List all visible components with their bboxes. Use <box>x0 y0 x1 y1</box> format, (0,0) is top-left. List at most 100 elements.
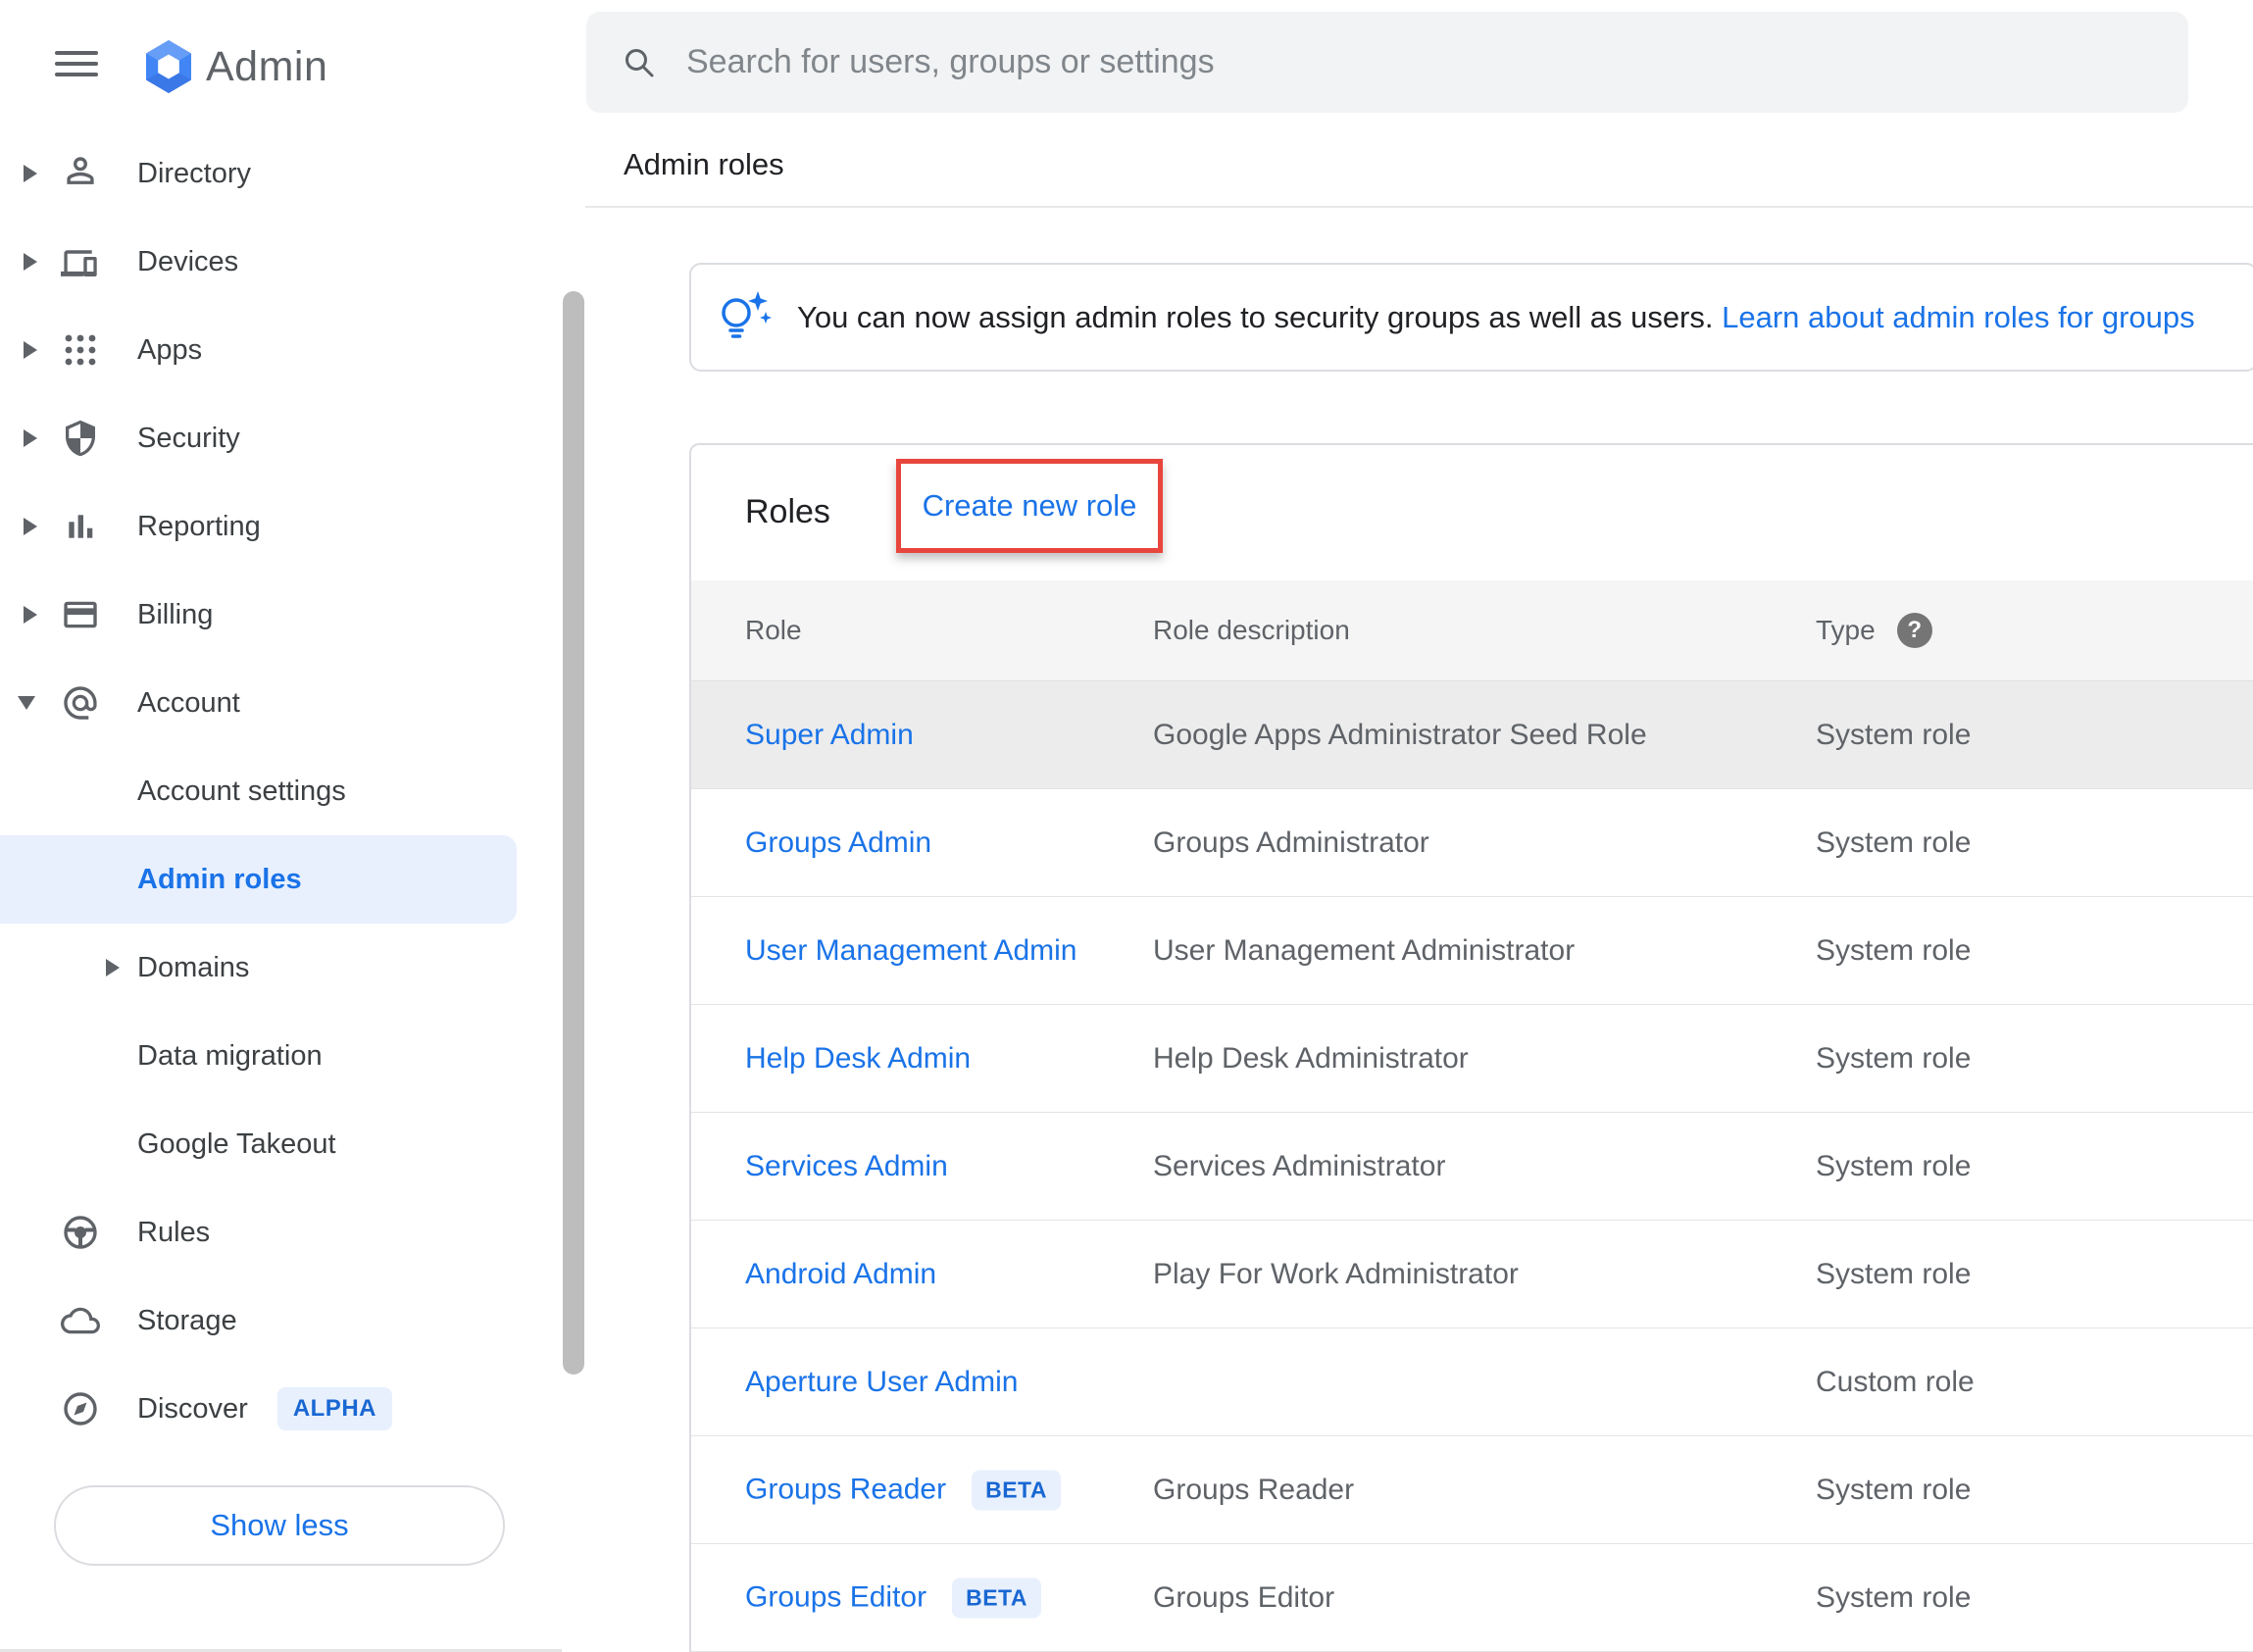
sidebar-item-directory[interactable]: Directory <box>0 129 562 218</box>
role-type: Custom role <box>1816 1366 1975 1399</box>
role-description: Groups Reader <box>1153 1474 1354 1507</box>
role-description: Groups Administrator <box>1153 826 1429 860</box>
sidebar-item-discover[interactable]: Discover ALPHA <box>0 1365 562 1453</box>
roles-card: Roles Create new role Role Role descript… <box>689 443 2253 1652</box>
expand-arrow-icon[interactable] <box>24 165 37 182</box>
sidebar-item-rules[interactable]: Rules <box>0 1188 562 1277</box>
sidebar-item-label: Security <box>137 423 240 455</box>
sidebar-item-account[interactable]: Account <box>0 659 562 747</box>
table-row: Aperture User Admin Custom role <box>691 1328 2253 1436</box>
shield-icon <box>61 419 100 458</box>
role-cell: Groups Editor BETA <box>745 1577 1041 1618</box>
info-banner: You can now assign admin roles to securi… <box>689 263 2253 372</box>
role-description: Groups Editor <box>1153 1581 1334 1615</box>
table-row: Services Admin Services Administrator Syst… <box>691 1113 2253 1221</box>
alpha-badge: ALPHA <box>277 1387 392 1430</box>
sidebar-item-label: Account <box>137 687 240 720</box>
role-link[interactable]: Groups Admin <box>745 826 931 860</box>
expand-arrow-icon[interactable] <box>24 429 37 447</box>
google-admin-logo-icon <box>137 35 200 98</box>
person-icon <box>61 154 100 193</box>
devices-icon <box>61 242 100 281</box>
show-less-button[interactable]: Show less <box>54 1485 505 1566</box>
role-description: Help Desk Administrator <box>1153 1042 1469 1076</box>
table-row: Android Admin Play For Work Administrator… <box>691 1221 2253 1328</box>
sidebar-item-data-migration[interactable]: Data migration <box>0 1012 562 1100</box>
table-row: Groups Editor BETA Groups Editor System rol… <box>691 1544 2253 1652</box>
expand-arrow-icon[interactable] <box>106 959 120 976</box>
sidebar-item-label: Account settings <box>137 776 346 808</box>
table-row: Help Desk AdminHelp Desk AdministratorSy… <box>691 1005 2253 1113</box>
role-type: System role <box>1816 826 1971 860</box>
role-cell: Services Admin <box>745 1150 948 1183</box>
role-link[interactable]: Help Desk Admin <box>745 1042 971 1076</box>
role-cell: User Management Admin <box>745 934 1077 968</box>
column-header-type: Type ? <box>1816 613 1932 648</box>
role-cell: Groups ReaderBETA <box>745 1470 1061 1510</box>
global-search-bar <box>586 12 2188 113</box>
sidebar-item-label: Billing <box>137 599 213 631</box>
role-type: System role <box>1816 1258 1971 1291</box>
role-link[interactable]: Services Admin <box>745 1150 948 1183</box>
role-link[interactable]: Groups Editor <box>745 1581 926 1615</box>
expand-arrow-icon[interactable] <box>24 253 37 271</box>
role-description: Play For Work Administrator <box>1153 1258 1519 1291</box>
sidebar-item-storage[interactable]: Storage <box>0 1277 562 1365</box>
steering-wheel-icon <box>61 1213 100 1252</box>
sidebar-item-apps[interactable]: Apps <box>0 306 562 394</box>
cloud-icon <box>61 1301 100 1340</box>
roles-heading: Roles <box>745 445 830 578</box>
sidebar-item-security[interactable]: Security <box>0 394 562 482</box>
roles-table-body: Super AdminGoogle Apps Administrator See… <box>691 681 2253 1652</box>
app-title: Admin <box>206 43 327 91</box>
role-type: System role <box>1816 719 1971 752</box>
role-type: System role <box>1816 934 1971 968</box>
column-header-role-description: Role description <box>1153 615 1350 646</box>
sidebar-scrollbar-thumb[interactable] <box>563 291 584 1375</box>
sidebar-item-domains[interactable]: Domains <box>0 924 562 1012</box>
search-input[interactable] <box>686 43 2059 81</box>
role-type: System role <box>1816 1150 1971 1183</box>
sidebar-item-devices[interactable]: Devices <box>0 218 562 306</box>
role-description: Services Administrator <box>1153 1150 1445 1183</box>
sidebar-item-label: Discover <box>137 1393 248 1426</box>
sidebar-item-billing[interactable]: Billing <box>0 571 562 659</box>
expand-arrow-icon[interactable] <box>24 606 37 624</box>
expand-arrow-icon[interactable] <box>24 341 37 359</box>
annotation-highlight-box: Create new role <box>896 459 1163 553</box>
banner-learn-more-link[interactable]: Learn about admin roles for groups <box>1722 300 2195 334</box>
expand-arrow-icon[interactable] <box>24 518 37 535</box>
bar-chart-icon <box>61 507 100 546</box>
sidebar-item-google-takeout[interactable]: Google Takeout <box>0 1100 562 1188</box>
role-link[interactable]: Super Admin <box>745 719 914 752</box>
role-cell: Aperture User Admin <box>745 1366 1018 1399</box>
role-cell: Super Admin <box>745 719 914 752</box>
role-cell: Groups Admin <box>745 826 931 860</box>
role-link[interactable]: Aperture User Admin <box>745 1366 1018 1399</box>
sidebar-item-label: Storage <box>137 1305 237 1337</box>
apps-icon <box>61 330 100 370</box>
collapse-arrow-icon[interactable] <box>18 696 35 710</box>
sidebar-item-label: Apps <box>137 334 202 367</box>
role-cell: Help Desk Admin <box>745 1042 971 1076</box>
role-link[interactable]: User Management Admin <box>745 934 1077 968</box>
role-type: System role <box>1816 1581 1971 1615</box>
search-icon <box>622 45 657 80</box>
divider <box>585 206 2253 208</box>
sidebar-item-admin-roles[interactable]: Admin roles <box>0 835 517 924</box>
sidebar-item-account-settings[interactable]: Account settings <box>0 747 562 835</box>
hamburger-menu-icon[interactable] <box>55 51 98 78</box>
help-icon[interactable]: ? <box>1897 613 1932 648</box>
create-new-role-button[interactable]: Create new role <box>923 488 1137 524</box>
lightbulb-sparkle-icon <box>715 288 776 347</box>
table-row: User Management Admin User Management Adm… <box>691 897 2253 1005</box>
beta-badge: BETA <box>952 1577 1041 1618</box>
sidebar-item-label: Admin roles <box>137 864 302 896</box>
role-description: User Management Administrator <box>1153 934 1575 968</box>
sidebar-item-reporting[interactable]: Reporting <box>0 482 562 571</box>
role-link[interactable]: Android Admin <box>745 1258 936 1291</box>
compass-icon <box>61 1389 100 1428</box>
role-link[interactable]: Groups Reader <box>745 1474 946 1507</box>
role-cell: Android Admin <box>745 1258 936 1291</box>
sidebar-item-label: Devices <box>137 246 238 278</box>
